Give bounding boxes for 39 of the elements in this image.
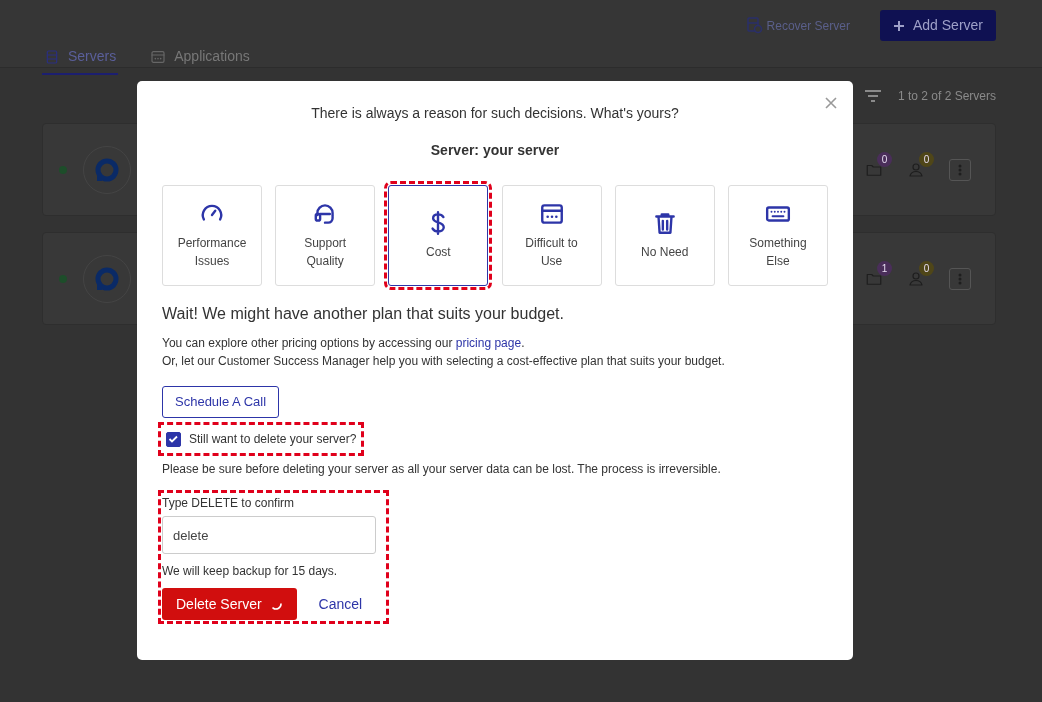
reason-option[interactable]: Difficult to Use — [501, 185, 602, 286]
server-icon — [44, 48, 60, 65]
checkbox[interactable] — [166, 431, 181, 447]
reason-option[interactable]: No Need — [614, 185, 715, 286]
reason-option[interactable]: Support Quality — [275, 185, 376, 286]
window-icon — [150, 48, 167, 65]
field-label: Type DELETE to confirm — [162, 495, 296, 512]
count-badge: 1 — [877, 260, 892, 276]
warning-text: Please be sure before deleting your server as all your server data can be lost. The process is irreversible. — [162, 461, 722, 478]
pagination-text: 1 to 2 of 2 Servers — [897, 87, 996, 105]
close-icon — [825, 97, 837, 109]
reason-option[interactable]: Performance Issues — [162, 185, 262, 286]
filter-icon — [863, 87, 882, 104]
status-dot — [59, 165, 67, 174]
pricing-text: You can explore other pricing options by accessing our pricing page. — [162, 335, 526, 352]
server-name: Server: your server — [429, 141, 561, 160]
user-icon — [907, 269, 925, 288]
check-icon — [168, 434, 179, 444]
cancel-button[interactable]: Cancel — [312, 592, 369, 616]
count-badge: 0 — [919, 260, 934, 276]
plus-icon — [892, 19, 905, 32]
more-button[interactable] — [949, 158, 971, 181]
more-button[interactable] — [949, 267, 971, 290]
reason-option[interactable]: Something Else — [727, 185, 828, 286]
close-button[interactable] — [823, 95, 839, 111]
backup-note: We will keep backup for 15 days. — [162, 563, 339, 580]
delete-server-button[interactable]: Delete Server — [162, 588, 297, 620]
modal-title: There is always a reason for such decisions. What's yours? — [310, 104, 680, 123]
count-badge: 0 — [877, 151, 892, 167]
offer-heading: Wait! We might have another plan that suits your budget. — [162, 304, 565, 324]
status-dot — [59, 274, 67, 283]
user-icon — [907, 160, 925, 179]
schedule-call-button[interactable]: Schedule A Call — [162, 386, 280, 418]
confirm-input[interactable]: delete — [162, 516, 376, 554]
count-badge: 0 — [919, 151, 934, 167]
add-server-button[interactable]: Add Server — [879, 10, 996, 41]
confirm-checkbox-row[interactable]: Still want to delete your server? — [162, 426, 361, 452]
manager-text: Or, let our Customer Success Manager help you with selecting a cost-effective plan that suits your budget. — [162, 353, 726, 370]
server-restore-icon — [745, 17, 763, 34]
